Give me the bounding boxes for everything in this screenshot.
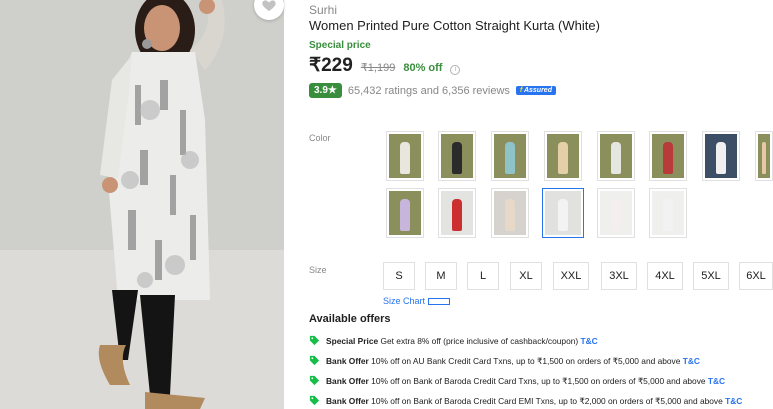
- size-option-xxl[interactable]: XXL: [553, 262, 589, 290]
- mrp-price: ₹1,199: [360, 62, 396, 74]
- offer-text-1: Bank Offer 10% off on AU Bank Credit Car…: [326, 355, 700, 366]
- brand-name: Surhi: [309, 3, 338, 17]
- offer-item: Special Price Get extra 8% off (price in…: [309, 335, 598, 346]
- ratings-count[interactable]: 65,432 ratings and 6,356 reviews: [348, 85, 510, 97]
- tc-link[interactable]: T&C: [683, 356, 700, 366]
- offers-heading: Available offers: [309, 313, 391, 325]
- offer-text-0: Special Price Get extra 8% off (price in…: [326, 335, 598, 346]
- assured-label: Assured: [523, 87, 552, 94]
- info-icon[interactable]: i: [450, 64, 461, 75]
- color-swatch[interactable]: [491, 131, 529, 181]
- color-swatch[interactable]: [438, 131, 476, 181]
- selling-price: ₹229: [309, 55, 353, 76]
- color-label: Color: [309, 133, 331, 143]
- size-option-s[interactable]: S: [383, 262, 415, 290]
- tc-link[interactable]: T&C: [725, 396, 742, 406]
- color-swatch[interactable]: [649, 188, 687, 238]
- color-swatch[interactable]: [702, 131, 740, 181]
- size-label: Size: [309, 265, 327, 275]
- product-title: Women Printed Pure Cotton Straight Kurta…: [309, 18, 600, 33]
- tc-link[interactable]: T&C: [708, 376, 725, 386]
- color-swatch[interactable]: [386, 188, 424, 238]
- rating-row: 3.9★ 65,432 ratings and 6,356 reviews f …: [309, 83, 556, 98]
- size-chart-link[interactable]: Size Chart: [383, 296, 451, 306]
- color-swatch[interactable]: [597, 188, 635, 238]
- ruler-icon: [428, 298, 451, 306]
- offer-text-3: Bank Offer 10% off on Bank of Baroda Cre…: [326, 395, 743, 406]
- assured-badge: f Assured: [515, 86, 556, 95]
- offer-text-2: Bank Offer 10% off on Bank of Baroda Cre…: [326, 375, 726, 386]
- heart-icon: [262, 0, 276, 12]
- price-row: ₹229 ₹1,199 80% off i: [309, 54, 461, 77]
- product-image[interactable]: [0, 0, 284, 409]
- color-swatch[interactable]: [755, 131, 773, 181]
- rating-badge[interactable]: 3.9★: [309, 83, 342, 98]
- size-option-m[interactable]: M: [425, 262, 457, 290]
- offer-item: Bank Offer 10% off on AU Bank Credit Car…: [309, 355, 700, 366]
- offer-item: Bank Offer 10% off on Bank of Baroda Cre…: [309, 395, 742, 406]
- color-swatch[interactable]: [438, 188, 476, 238]
- kurta-model-illustration: [0, 0, 284, 409]
- offer-item: Bank Offer 10% off on Bank of Baroda Cre…: [309, 375, 725, 386]
- offer-tag-icon: [309, 375, 320, 386]
- color-swatch[interactable]: [649, 131, 687, 181]
- size-option-xl[interactable]: XL: [510, 262, 542, 290]
- size-option-3xl[interactable]: 3XL: [601, 262, 637, 290]
- tc-link[interactable]: T&C: [581, 336, 598, 346]
- size-option-5xl[interactable]: 5XL: [693, 262, 729, 290]
- offer-tag-icon: [309, 335, 320, 346]
- size-option-4xl[interactable]: 4XL: [647, 262, 683, 290]
- offer-tag-icon: [309, 395, 320, 406]
- size-option-l[interactable]: L: [467, 262, 499, 290]
- color-swatch[interactable]: [386, 131, 424, 181]
- product-gallery: [0, 0, 295, 409]
- size-chart-label: Size Chart: [383, 296, 426, 306]
- color-swatch[interactable]: [544, 131, 582, 181]
- assured-plus-icon: f: [519, 87, 523, 94]
- color-swatch[interactable]: [491, 188, 529, 238]
- product-details: Surhi Women Printed Pure Cotton Straight…: [309, 0, 773, 409]
- discount-percent: 80% off: [403, 62, 443, 74]
- offer-tag-icon: [309, 355, 320, 366]
- special-price-label: Special price: [309, 40, 371, 51]
- color-swatch-selected[interactable]: [542, 188, 584, 238]
- color-swatch[interactable]: [597, 131, 635, 181]
- size-option-6xl[interactable]: 6XL: [739, 262, 773, 290]
